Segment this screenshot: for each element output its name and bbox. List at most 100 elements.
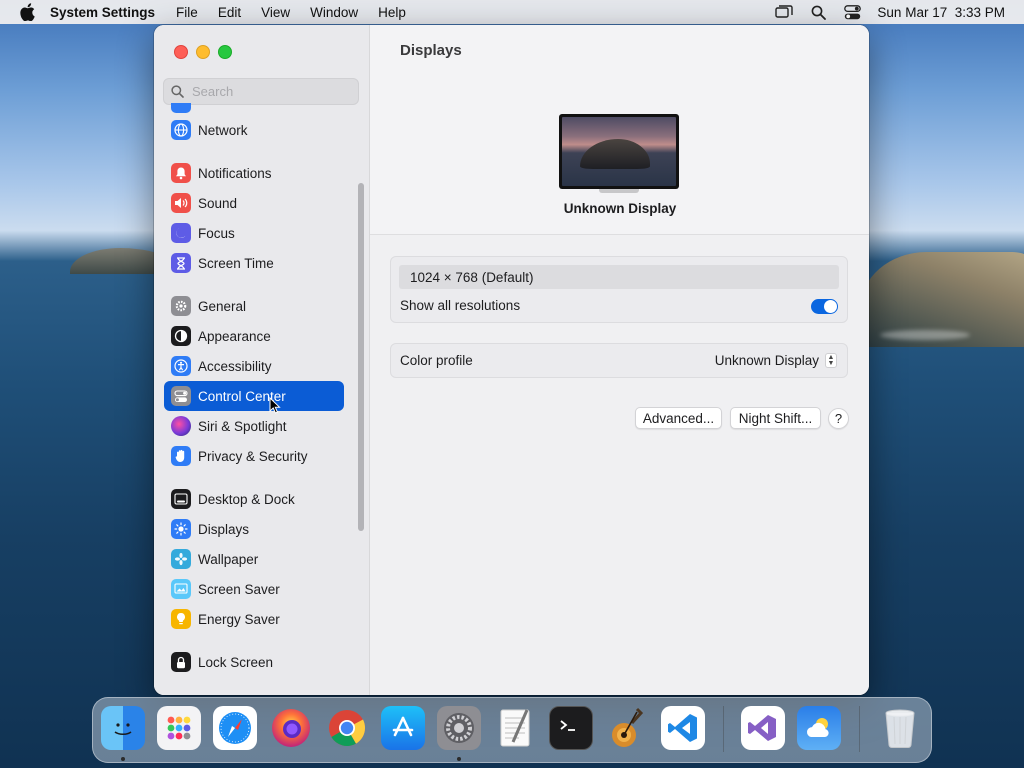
dock-firefox-icon[interactable]	[269, 706, 313, 750]
help-button[interactable]: ?	[828, 408, 849, 429]
dock-app-store-icon[interactable]	[381, 706, 425, 750]
sidebar-item-label: Screen Saver	[198, 581, 280, 597]
speaker-icon	[171, 193, 191, 213]
search-icon	[171, 85, 184, 98]
sidebar-item-wallpaper[interactable]: Wallpaper	[164, 544, 344, 574]
sidebar-item-focus[interactable]: Focus	[164, 218, 344, 248]
sidebar-item-label: Wallpaper	[198, 551, 259, 567]
night-shift-button[interactable]: Night Shift...	[730, 407, 821, 429]
dock-finder-running-dot	[121, 757, 125, 761]
dock-weather-icon[interactable]	[797, 706, 841, 750]
color-profile-popup[interactable]: Unknown Display ▲ ▼	[715, 353, 837, 368]
lock-icon	[171, 652, 191, 672]
sidebar-item-label: Energy Saver	[198, 611, 280, 627]
sidebar-item-label: Sound	[198, 195, 238, 211]
sidebar-item-energy-saver[interactable]: Energy Saver	[164, 604, 344, 634]
menubar-clock[interactable]: Sun Mar 17 3:33 PM	[877, 5, 1005, 20]
menu-view[interactable]: View	[261, 5, 290, 20]
screen-mirroring-icon[interactable]	[775, 4, 794, 20]
menu-app-name[interactable]: System Settings	[50, 5, 155, 20]
dock-launchpad-icon[interactable]	[157, 706, 201, 750]
sidebar-item-desktop-dock[interactable]: Desktop & Dock	[164, 484, 344, 514]
wallpaper-icon	[171, 549, 191, 569]
dock-visual-studio-icon[interactable]	[741, 706, 785, 750]
sidebar-item-control-center[interactable]: Control Center	[164, 381, 344, 411]
sidebar-item-siri-spotlight[interactable]: Siri & Spotlight	[164, 411, 344, 441]
chevron-up-down-icon: ▲ ▼	[825, 353, 837, 368]
content-pane: Displays Unknown Display 1024 × 768 (Def…	[370, 25, 869, 695]
menu-help[interactable]: Help	[378, 5, 406, 20]
spotlight-search-icon[interactable]	[809, 4, 827, 20]
gear-icon	[171, 296, 191, 316]
sidebar-item-label: Appearance	[198, 328, 271, 344]
apple-menu-icon[interactable]	[18, 3, 36, 21]
sidebar-item-appearance[interactable]: Appearance	[164, 321, 344, 351]
dock-system-settings-icon[interactable]	[437, 706, 481, 750]
sidebar-item-screen-time[interactable]: Screen Time	[164, 248, 344, 278]
hourglass-icon	[171, 253, 191, 273]
search-input[interactable]	[190, 83, 344, 100]
wallpaper-surf	[880, 330, 970, 340]
sidebar-item-displays[interactable]: Displays	[164, 514, 344, 544]
sidebar-item-lock-screen[interactable]: Lock Screen	[164, 647, 344, 677]
display-thumbnail[interactable]	[559, 114, 679, 189]
sidebar-item-label: Notifications	[198, 165, 272, 181]
show-all-resolutions-toggle[interactable]	[811, 299, 838, 314]
menu-edit[interactable]: Edit	[218, 5, 241, 20]
lightbulb-icon	[171, 609, 191, 629]
moon-icon	[171, 223, 191, 243]
page-title: Displays	[400, 42, 462, 59]
control-center-icon	[171, 386, 191, 406]
menu-window[interactable]: Window	[310, 5, 358, 20]
sidebar-item-label: Network	[198, 122, 248, 138]
resolution-label: 1024 × 768 (Default)	[410, 269, 534, 285]
dock-safari-icon[interactable]	[213, 706, 257, 750]
sidebar-scrollbar[interactable]	[358, 183, 364, 531]
sidebar-item-label: Screen Time	[198, 255, 274, 271]
sidebar-item-label: Desktop & Dock	[198, 491, 295, 507]
bluetooth-icon	[171, 103, 191, 113]
control-center-menubar-icon[interactable]	[843, 4, 861, 20]
sidebar-item-privacy-security[interactable]: Privacy & Security	[164, 441, 344, 471]
siri-icon	[171, 416, 191, 436]
bell-icon	[171, 163, 191, 183]
dock-textedit-icon[interactable]	[493, 706, 537, 750]
dock-terminal-icon[interactable]	[549, 706, 593, 750]
color-profile-group: Color profile Unknown Display ▲ ▼	[390, 343, 848, 378]
dock-chrome-icon[interactable]	[325, 706, 369, 750]
mouse-cursor-icon	[269, 397, 281, 414]
sidebar-item-label: General	[198, 298, 247, 314]
sidebar-item-accessibility[interactable]: Accessibility	[164, 351, 344, 381]
window-controls	[174, 45, 232, 59]
resolution-option[interactable]: 1024 × 768 (Default)	[399, 265, 839, 289]
resolution-group: 1024 × 768 (Default) Show all resolution…	[390, 256, 848, 323]
dock-vscode-icon[interactable]	[661, 706, 705, 750]
dock-garageband-icon[interactable]	[605, 706, 649, 750]
sidebar-item-notifications[interactable]: Notifications	[164, 158, 344, 188]
dock-trash-icon[interactable]	[878, 706, 922, 750]
sidebar-search[interactable]	[163, 78, 359, 105]
sidebar-item-label: Accessibility	[198, 358, 272, 374]
appearance-icon	[171, 326, 191, 346]
dock-separator	[859, 706, 860, 752]
show-all-resolutions-label: Show all resolutions	[400, 298, 521, 313]
close-window-button[interactable]	[174, 45, 188, 59]
sidebar-item-general[interactable]: General	[164, 291, 344, 321]
system-settings-window: Network Notifications Sound Focus	[154, 25, 869, 695]
color-profile-value: Unknown Display	[714, 353, 819, 368]
zoom-window-button[interactable]	[218, 45, 232, 59]
menu-file[interactable]: File	[176, 5, 198, 20]
screensaver-icon	[171, 579, 191, 599]
dock	[92, 697, 932, 763]
sidebar-item-screen-saver[interactable]: Screen Saver	[164, 574, 344, 604]
sidebar-item-network[interactable]: Network	[164, 115, 344, 145]
sidebar-item-label: Siri & Spotlight	[198, 418, 287, 434]
sidebar-item-sound[interactable]: Sound	[164, 188, 344, 218]
dock-finder-icon[interactable]	[101, 706, 145, 750]
sidebar: Network Notifications Sound Focus	[154, 25, 370, 695]
globe-icon	[171, 120, 191, 140]
color-profile-label: Color profile	[400, 353, 473, 368]
minimize-window-button[interactable]	[196, 45, 210, 59]
advanced-button[interactable]: Advanced...	[635, 407, 722, 429]
sidebar-item-label: Privacy & Security	[198, 448, 308, 464]
